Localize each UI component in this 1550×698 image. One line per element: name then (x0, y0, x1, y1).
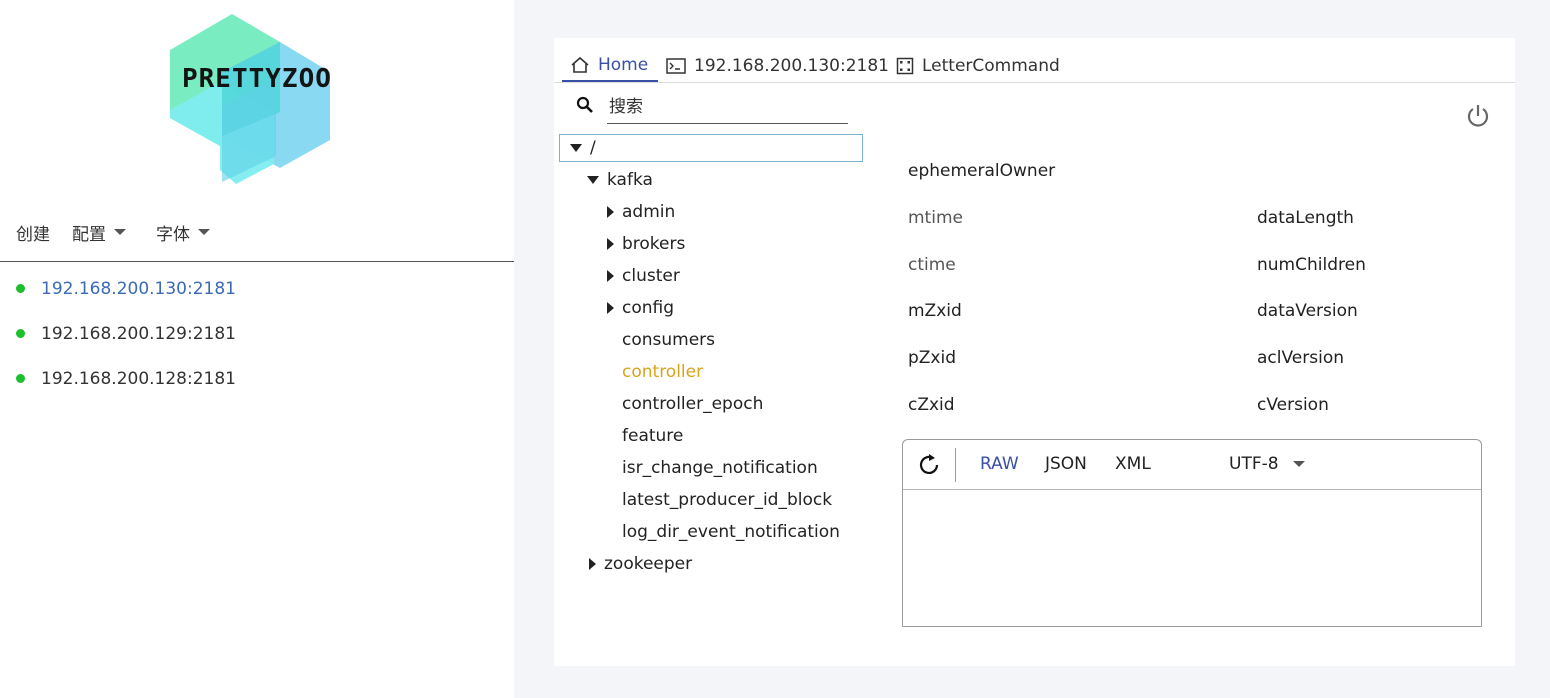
tab-bar: Home 192.168.200.130:2181 LetterCommand (554, 38, 1515, 83)
server-item[interactable]: 192.168.200.128:2181 (0, 356, 514, 401)
tree-node-label: isr_change_notification (622, 458, 818, 478)
refresh-button[interactable] (917, 452, 941, 480)
stat-pzxid: pZxid (908, 348, 957, 368)
tree-node-label: controller (622, 362, 704, 382)
status-dot-icon (16, 374, 25, 383)
home-icon (571, 56, 589, 73)
power-icon (1467, 105, 1489, 127)
tab-letter-label: LetterCommand (922, 56, 1060, 76)
caret-down-icon (1292, 461, 1305, 467)
tree-node[interactable]: brokers (559, 228, 863, 260)
tree-node-label: / (590, 138, 596, 158)
stat-c-version: cVersion (1257, 395, 1329, 415)
server-item[interactable]: 192.168.200.129:2181 (0, 311, 514, 356)
stat-data-length: dataLength (1257, 208, 1354, 228)
toolbar-separator (955, 448, 956, 482)
disconnect-button[interactable] (1464, 102, 1492, 134)
node-tree: / kafka admin brokers cluster config con… (559, 134, 863, 580)
expanded-arrow-icon (570, 144, 582, 152)
tree-node-label: controller_epoch (622, 394, 764, 414)
tab-home-label: Home (598, 55, 649, 75)
tree-node-label: cluster (622, 266, 680, 286)
encoding-select[interactable]: UTF-8 (1229, 454, 1305, 474)
stat-data-version: dataVersion (1257, 301, 1358, 321)
tree-node[interactable]: controller_epoch (559, 388, 863, 420)
main-panel: Home 192.168.200.130:2181 LetterCommand (554, 38, 1515, 666)
caret-down-icon (114, 229, 126, 235)
tree-node-kafka[interactable]: kafka (559, 164, 863, 196)
tree-node[interactable]: feature (559, 420, 863, 452)
tree-node[interactable]: latest_producer_id_block (559, 484, 863, 516)
font-label: 字体 (156, 224, 190, 245)
tree-node-selected[interactable]: controller (559, 356, 863, 388)
collapsed-arrow-icon (607, 206, 614, 218)
stat-num-children: numChildren (1257, 255, 1366, 275)
font-menu[interactable]: 字体 (156, 220, 210, 245)
tree-node-label: admin (622, 202, 676, 222)
refresh-icon (919, 454, 939, 474)
sidebar-menu: 创建 配置 字体 (16, 218, 232, 246)
format-xml-button[interactable]: XML (1115, 454, 1151, 474)
create-menu[interactable]: 创建 (16, 220, 50, 245)
tab-server-label: 192.168.200.130:2181 (694, 56, 889, 76)
data-editor: RAW JSON XML UTF-8 (902, 439, 1482, 627)
tree-node[interactable]: config (559, 292, 863, 324)
server-item[interactable]: 192.168.200.130:2181 (0, 266, 514, 311)
tree-node-label: log_dir_event_notification (622, 522, 840, 542)
sidebar: PRETTYZOO 创建 配置 字体 192.168.200.130:2181 … (0, 0, 514, 698)
stat-ephemeral-owner: ephemeralOwner (908, 161, 1056, 181)
logo-text: PRETTYZOO (182, 64, 332, 94)
tree-node[interactable]: isr_change_notification (559, 452, 863, 484)
server-address: 192.168.200.129:2181 (41, 323, 236, 344)
tree-node-label: zookeeper (604, 554, 693, 574)
server-list: 192.168.200.130:2181 192.168.200.129:218… (0, 272, 514, 407)
status-dot-icon (16, 284, 25, 293)
tree-node-label: brokers (622, 234, 686, 254)
terminal-icon (666, 58, 686, 74)
stat-mzxid: mZxid (908, 301, 962, 321)
search-box (574, 90, 848, 124)
frame-icon (896, 57, 914, 75)
server-address: 192.168.200.128:2181 (41, 368, 236, 389)
tree-node[interactable]: admin (559, 196, 863, 228)
search-input[interactable] (607, 90, 848, 124)
tree-node-label: consumers (622, 330, 716, 350)
format-raw-button[interactable]: RAW (980, 454, 1019, 474)
search-icon (576, 96, 593, 113)
node-data-textarea[interactable] (903, 490, 1481, 626)
config-menu[interactable]: 配置 (72, 220, 126, 245)
collapsed-arrow-icon (607, 238, 614, 250)
tree-node[interactable]: log_dir_event_notification (559, 516, 863, 548)
stat-ctime: ctime (908, 255, 956, 275)
tree-node-label: latest_producer_id_block (622, 490, 833, 510)
stat-czxid: cZxid (908, 395, 955, 415)
collapsed-arrow-icon (589, 558, 596, 570)
expanded-arrow-icon (587, 176, 599, 184)
encoding-value: UTF-8 (1229, 454, 1279, 474)
tree-node-label: config (622, 298, 675, 318)
tree-node-root[interactable]: / (559, 134, 863, 162)
hexagon-logo-icon (170, 14, 330, 184)
sidebar-divider (0, 261, 514, 262)
create-label: 创建 (16, 224, 50, 245)
server-address: 192.168.200.130:2181 (41, 278, 236, 299)
tab-home[interactable]: Home (562, 50, 658, 82)
status-dot-icon (16, 329, 25, 338)
tree-node[interactable]: cluster (559, 260, 863, 292)
tree-node-zookeeper[interactable]: zookeeper (559, 548, 863, 580)
tree-node-label: kafka (607, 170, 653, 190)
tree-node[interactable]: consumers (559, 324, 863, 356)
caret-down-icon (198, 229, 210, 235)
format-json-button[interactable]: JSON (1045, 454, 1087, 474)
config-label: 配置 (72, 224, 106, 245)
stat-acl-version: aclVersion (1257, 348, 1345, 368)
stat-mtime: mtime (908, 208, 963, 228)
tab-letter-command[interactable]: LetterCommand (896, 50, 1060, 82)
collapsed-arrow-icon (607, 270, 614, 282)
prettyzoo-logo: PRETTYZOO (164, 6, 374, 192)
tab-server[interactable]: 192.168.200.130:2181 (666, 50, 889, 82)
tree-node-label: feature (622, 426, 684, 446)
collapsed-arrow-icon (607, 302, 614, 314)
editor-toolbar: RAW JSON XML UTF-8 (903, 440, 1481, 490)
